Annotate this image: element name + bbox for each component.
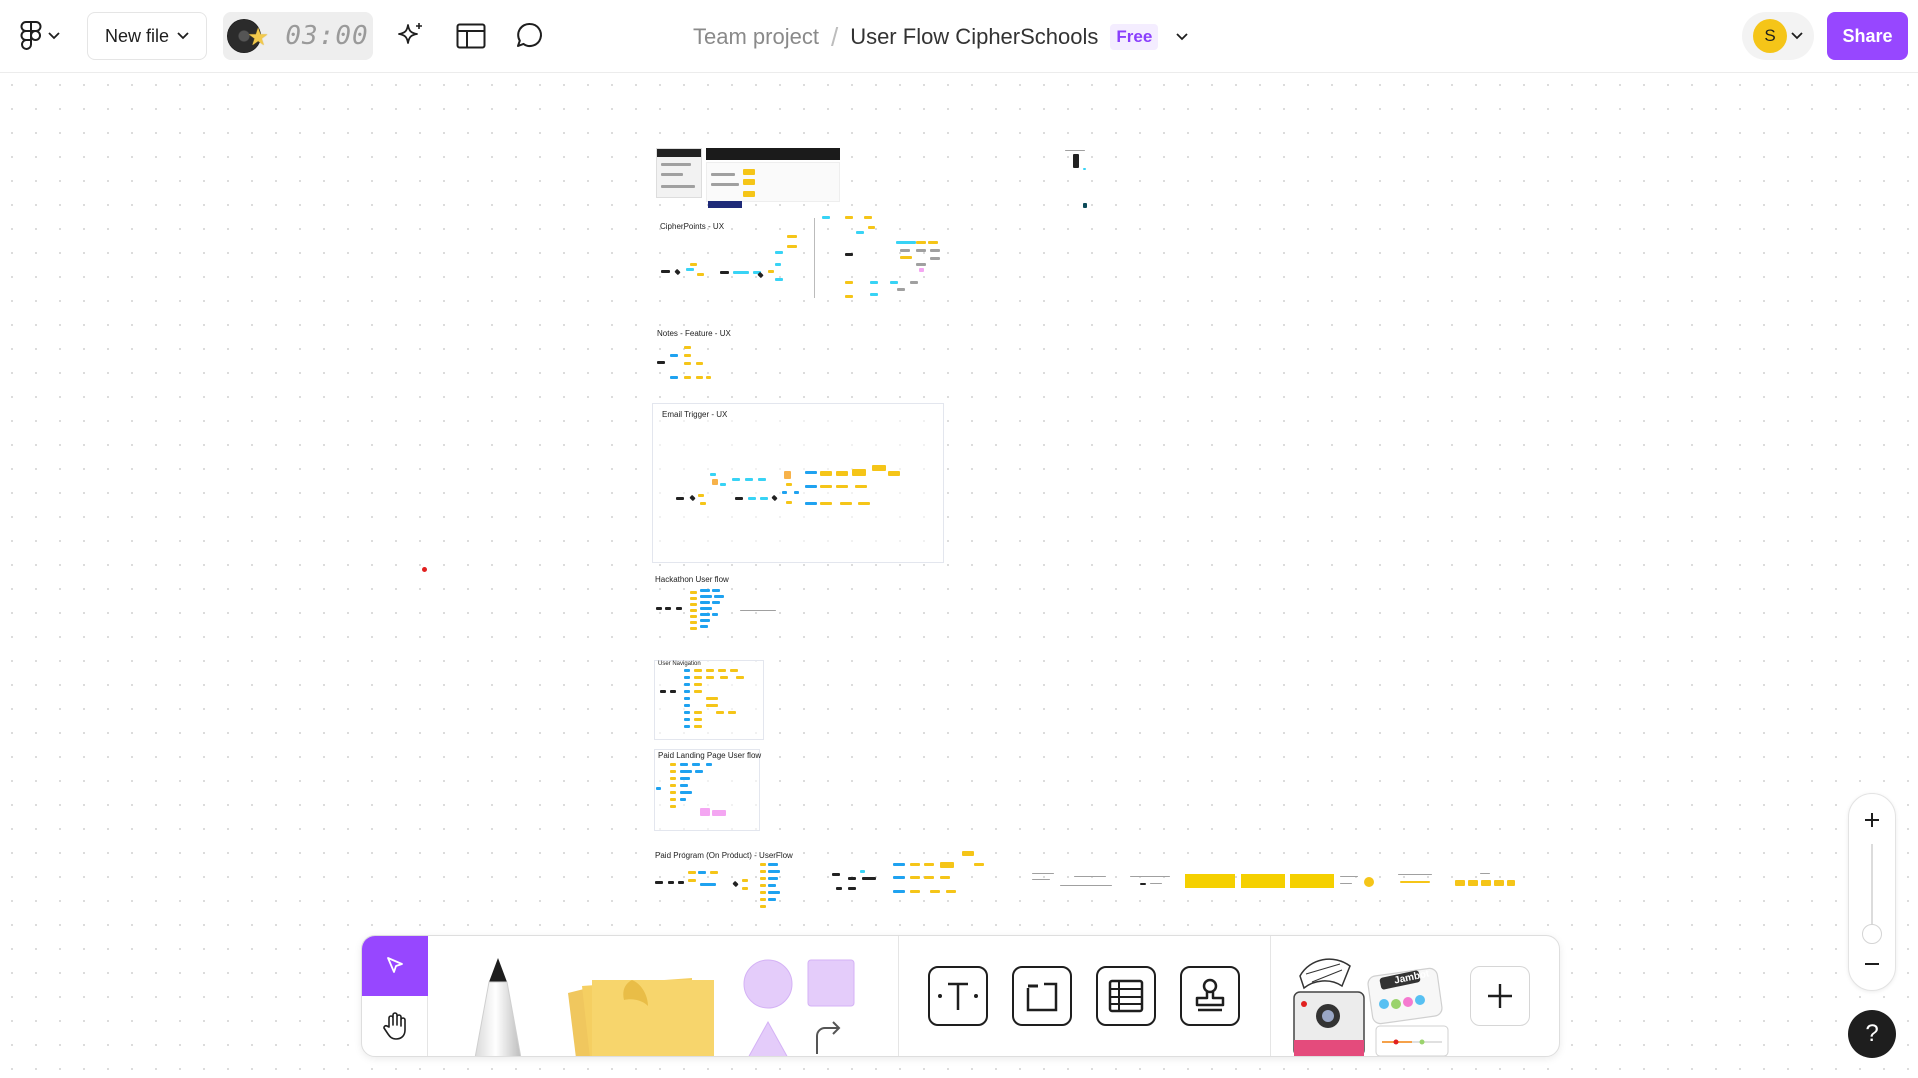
sticky-note-icon <box>568 978 714 1056</box>
section-label[interactable]: User Navigation <box>658 661 701 667</box>
chevron-down-icon <box>1791 32 1803 40</box>
comment-button[interactable] <box>508 14 552 58</box>
canvas-thumbnail-button[interactable] <box>708 201 742 208</box>
table-icon <box>1108 979 1144 1013</box>
pencil-tool-button[interactable] <box>458 956 538 1056</box>
section-label[interactable]: CipherPoints - UX <box>660 222 724 231</box>
main-menu-button[interactable] <box>16 18 64 54</box>
chevron-down-icon <box>177 32 189 40</box>
share-button[interactable]: Share <box>1827 12 1908 60</box>
section-label[interactable]: Paid Landing Page User flow <box>658 751 761 760</box>
music-disc-icon: ★ <box>227 19 269 53</box>
sticky-note[interactable] <box>1185 874 1235 888</box>
sparkle-icon <box>398 23 422 44</box>
breadcrumb-team[interactable]: Team project <box>693 24 819 50</box>
ai-sparkle-button[interactable] <box>389 14 433 58</box>
canvas-thumbnail[interactable] <box>656 148 702 198</box>
paid-landing-section[interactable] <box>654 749 760 831</box>
section-label[interactable]: Notes - Feature - UX <box>657 329 731 338</box>
user-menu-button[interactable]: S <box>1742 12 1814 60</box>
cursor-tools <box>362 936 428 1056</box>
canvas-mini-frame[interactable] <box>1065 148 1087 176</box>
widgets-icon <box>1293 958 1449 1056</box>
canvas-marker <box>1083 203 1087 208</box>
breadcrumb: Team project / User Flow CipherSchools F… <box>693 22 1194 52</box>
layout-button[interactable] <box>449 14 493 58</box>
file-name[interactable]: User Flow CipherSchools <box>850 24 1098 50</box>
zoom-control <box>1848 793 1896 991</box>
sticky-note[interactable] <box>1241 874 1285 888</box>
more-tools-button[interactable] <box>1470 966 1530 1026</box>
sticky-note[interactable] <box>1290 874 1334 888</box>
plus-icon <box>1865 813 1879 827</box>
file-options-button[interactable] <box>1170 25 1194 49</box>
chevron-down-icon <box>1176 33 1188 41</box>
zoom-slider-thumb[interactable] <box>1862 924 1882 944</box>
music-timer-button[interactable]: ★ 03:00 <box>223 12 373 60</box>
help-button[interactable]: ? <box>1848 1010 1896 1058</box>
breadcrumb-separator: / <box>830 21 839 52</box>
zoom-slider-track[interactable] <box>1871 844 1873 936</box>
text-icon <box>938 982 978 1010</box>
bottom-toolbar: Jambot <box>361 935 1560 1057</box>
chevron-down-icon <box>48 32 60 40</box>
shapes-icon <box>743 959 855 1056</box>
section-label[interactable]: Hackathon User flow <box>655 575 729 584</box>
comment-icon <box>517 22 542 47</box>
section-tool-button[interactable] <box>1012 966 1072 1026</box>
text-tool-button[interactable] <box>928 966 988 1026</box>
cursor-marker <box>422 567 427 572</box>
toolbar-divider <box>1270 936 1271 1056</box>
section-icon <box>1026 982 1058 1012</box>
section-label[interactable]: Email Trigger - UX <box>662 410 727 419</box>
connector-icon <box>816 1021 841 1054</box>
select-icon <box>387 957 403 973</box>
plan-badge[interactable]: Free <box>1110 24 1159 50</box>
connector-tool-button[interactable] <box>813 1018 843 1054</box>
toolbar-divider <box>898 936 899 1056</box>
top-bar: New file ★ 03:00 Team project / User Flo… <box>0 0 1918 73</box>
stamp-tool-button[interactable] <box>1180 966 1240 1026</box>
widgets-tool-button[interactable]: Jambot <box>1292 946 1452 1056</box>
hand-icon <box>383 1012 406 1040</box>
circle-shape[interactable] <box>1364 877 1374 887</box>
canvas-thumbnail[interactable] <box>706 162 840 202</box>
table-tool-button[interactable] <box>1096 966 1156 1026</box>
section-label[interactable]: Paid Program (On Product) - UserFlow <box>655 851 793 860</box>
select-tool-button[interactable] <box>362 936 428 996</box>
zoom-in-button[interactable] <box>1849 800 1895 840</box>
shapes-tool-button[interactable] <box>742 958 862 1056</box>
timer-display: 03:00 <box>285 21 369 51</box>
new-file-button[interactable]: New file <box>87 12 207 60</box>
plus-icon <box>1488 984 1512 1008</box>
zoom-out-button[interactable] <box>1849 944 1895 984</box>
email-trigger-section[interactable] <box>652 403 944 563</box>
minus-icon <box>1865 963 1879 965</box>
figma-logo-icon <box>20 21 42 50</box>
user-navigation-section[interactable] <box>654 660 764 740</box>
stamp-icon <box>1195 978 1225 1012</box>
sticky-note-tool-button[interactable] <box>562 958 722 1056</box>
pencil-icon <box>474 958 522 1056</box>
avatar: S <box>1753 19 1787 53</box>
layout-icon <box>456 23 486 49</box>
canvas-thumbnail-header[interactable] <box>706 148 840 160</box>
star-icon: ★ <box>247 24 269 51</box>
hand-tool-button[interactable] <box>362 996 428 1056</box>
new-file-label: New file <box>104 25 170 46</box>
whiteboard-canvas[interactable]: CipherPoints - UX Notes - Feature - UX E… <box>0 73 1918 1078</box>
